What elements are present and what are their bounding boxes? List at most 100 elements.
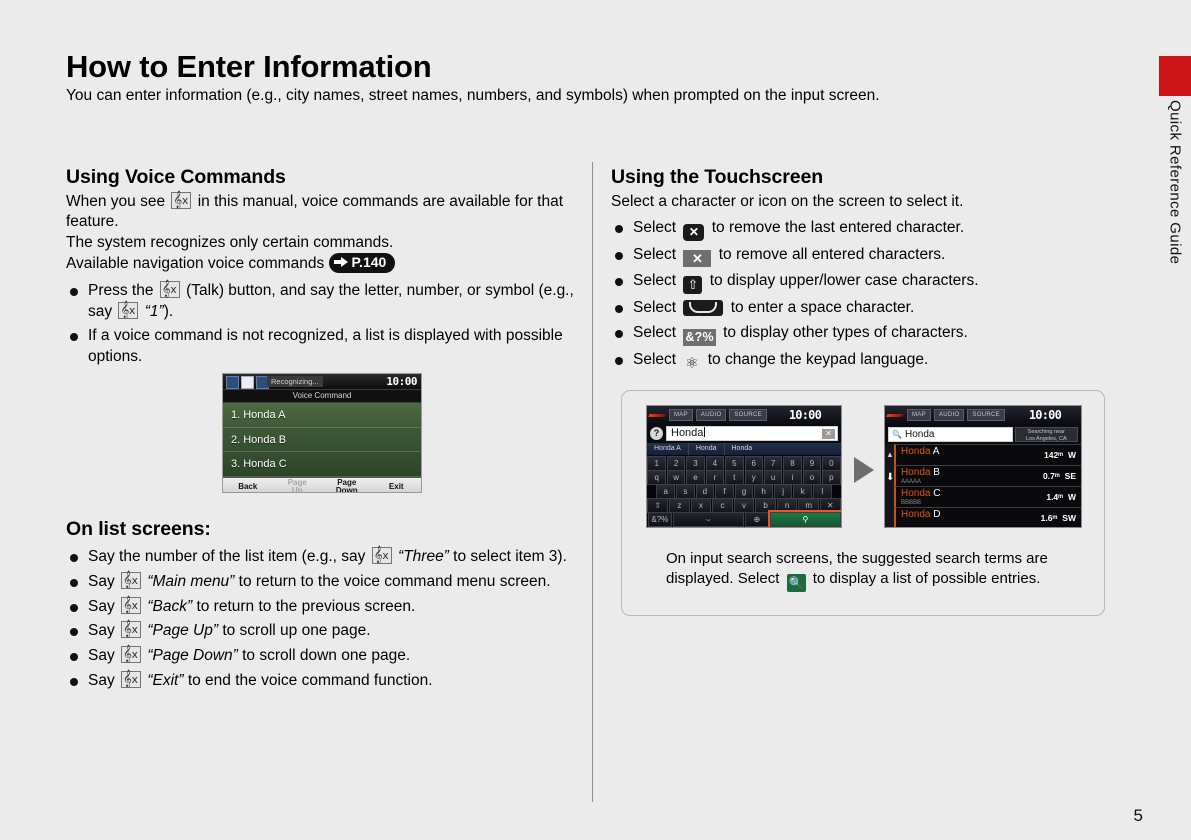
voice-talk-icon: x bbox=[121, 619, 142, 639]
key[interactable]: w bbox=[666, 469, 686, 485]
key[interactable]: r bbox=[705, 469, 725, 485]
key[interactable]: q bbox=[647, 469, 666, 485]
key[interactable]: c bbox=[712, 497, 733, 513]
key[interactable]: g bbox=[734, 483, 754, 499]
key[interactable]: 6 bbox=[744, 455, 763, 471]
rb0-post: to remove the last entered character. bbox=[711, 219, 965, 237]
list-item: Press the x (Talk) button, and say the l… bbox=[66, 279, 578, 323]
voice-talk-icon: x bbox=[121, 644, 142, 664]
voice-active-icon bbox=[241, 376, 254, 389]
list-item: Say x “Page Up” to scroll up one page. bbox=[66, 619, 578, 642]
key[interactable]: z bbox=[669, 497, 690, 513]
list-item: Say x “Main menu” to return to the voice… bbox=[66, 570, 578, 593]
rb5-post: to change the keypad language. bbox=[707, 351, 929, 369]
result-suffix: D bbox=[933, 509, 941, 520]
key[interactable]: u bbox=[763, 469, 783, 485]
key[interactable]: e bbox=[686, 469, 705, 485]
vc-exit-button[interactable]: Exit bbox=[372, 482, 422, 491]
result-brand: Honda bbox=[901, 467, 931, 478]
key[interactable]: h bbox=[754, 483, 773, 499]
key[interactable]: s bbox=[676, 483, 695, 499]
results-search-input[interactable]: 🔍 Honda bbox=[888, 426, 1013, 442]
vc-back-button[interactable]: Back bbox=[223, 482, 273, 491]
lb1-post: to return to the voice command menu scre… bbox=[238, 572, 551, 590]
left-column: Using Voice Commands When you see x in t… bbox=[66, 166, 578, 372]
key[interactable]: 3 bbox=[686, 455, 705, 471]
scroll-up-icon[interactable]: ▲ bbox=[886, 450, 894, 459]
key[interactable]: i bbox=[783, 469, 802, 485]
key[interactable]: 2 bbox=[666, 455, 686, 471]
backspace-icon: ✕ bbox=[683, 224, 705, 242]
key[interactable]: m bbox=[798, 497, 819, 513]
onscreen-keyboard: 1 2 3 4 5 6 7 8 9 0 q w e r t y u i o p … bbox=[647, 455, 841, 527]
clear-input-icon[interactable]: ✕ bbox=[822, 428, 835, 439]
list-item: Select ✕ to remove the last entered char… bbox=[611, 218, 1111, 242]
tab-map[interactable]: MAP bbox=[907, 409, 931, 421]
tab-source[interactable]: SOURCE bbox=[967, 409, 1005, 421]
key[interactable]: p bbox=[822, 469, 841, 485]
results-search-row: 🔍 Honda Searching near Los Angeles, CA bbox=[885, 424, 1081, 444]
list-item[interactable]: 3. Honda C bbox=[223, 452, 421, 477]
lb5-pre: Say bbox=[88, 671, 115, 689]
page-reference-badge[interactable]: P.140 bbox=[328, 253, 396, 274]
key[interactable]: b bbox=[755, 497, 776, 513]
list-item: Say the number of the list item (e.g., s… bbox=[66, 545, 578, 568]
key[interactable]: 5 bbox=[725, 455, 744, 471]
key[interactable]: n bbox=[776, 497, 798, 513]
key[interactable]: f bbox=[715, 483, 734, 499]
vc-page-up-button[interactable]: Page Up bbox=[273, 478, 323, 492]
key[interactable]: 0 bbox=[822, 455, 841, 471]
table-row[interactable]: Honda C BBBBB 1.4ᵐ W bbox=[894, 486, 1081, 507]
table-row[interactable]: Honda A 142ᵐ W bbox=[894, 444, 1081, 465]
search-input[interactable]: Honda ✕ bbox=[666, 426, 838, 441]
lb5-quoted: “Exit” bbox=[147, 671, 184, 689]
list-item[interactable]: 1. Honda A bbox=[223, 403, 421, 428]
symbols-key[interactable]: &?% bbox=[647, 511, 673, 527]
key[interactable]: y bbox=[744, 469, 763, 485]
help-icon[interactable]: ? bbox=[650, 427, 663, 440]
right-column: Using the Touchscreen Select a character… bbox=[611, 166, 1111, 376]
vc-page-down-button[interactable]: Page Down bbox=[322, 478, 372, 492]
key[interactable]: 8 bbox=[783, 455, 802, 471]
suggestion-item[interactable]: Honda A bbox=[647, 443, 689, 455]
key[interactable]: j bbox=[773, 483, 793, 499]
key[interactable]: d bbox=[695, 483, 715, 499]
key[interactable]: o bbox=[802, 469, 822, 485]
search-key-icon[interactable]: ⚲ bbox=[768, 509, 841, 527]
table-row[interactable]: Honda D 1.6ᵐ SW bbox=[894, 507, 1081, 527]
key[interactable]: k bbox=[793, 483, 812, 499]
section-tab-text: Quick Reference Guide bbox=[1166, 100, 1184, 265]
shift-key-icon[interactable]: ⇧ bbox=[647, 497, 669, 513]
backspace-key-icon[interactable]: ✕ bbox=[819, 497, 841, 513]
key[interactable]: 7 bbox=[763, 455, 783, 471]
keyboard-row-zxcv: ⇧ z x c v b n m ✕ bbox=[647, 497, 841, 513]
rb3-pre: Select bbox=[633, 299, 677, 317]
suggestion-item[interactable]: Honda bbox=[689, 443, 725, 455]
key[interactable]: l bbox=[812, 483, 832, 499]
key[interactable]: 1 bbox=[647, 455, 666, 471]
flow-arrow-icon bbox=[854, 457, 874, 483]
accent-stripe-left-icon bbox=[886, 413, 904, 417]
list-scrollbar[interactable]: ▲ ⬇ bbox=[885, 444, 894, 527]
globe-icon: ⚛ bbox=[685, 355, 699, 373]
suggestion-item[interactable]: Honda bbox=[725, 443, 760, 455]
table-row[interactable]: Honda B AAAAA 0.7ᵐ SE bbox=[894, 465, 1081, 486]
key[interactable]: 4 bbox=[705, 455, 725, 471]
space-key-icon[interactable]: ⌣ bbox=[673, 511, 744, 527]
key[interactable]: a bbox=[656, 483, 676, 499]
language-globe-key-icon[interactable]: ⊕ bbox=[744, 511, 770, 527]
key[interactable]: t bbox=[725, 469, 744, 485]
arrow-right-icon bbox=[333, 257, 350, 268]
voice-talk-icon: x bbox=[171, 190, 192, 209]
tab-audio[interactable]: AUDIO bbox=[933, 409, 965, 421]
lb1-pre: Say bbox=[88, 572, 115, 590]
list-item: Select to enter a space character. bbox=[611, 298, 1111, 319]
key[interactable]: 9 bbox=[802, 455, 822, 471]
page-title: How to Enter Information bbox=[66, 49, 432, 84]
list-item[interactable]: 2. Honda B bbox=[223, 428, 421, 453]
tab-map[interactable]: MAP bbox=[669, 409, 693, 421]
tab-audio[interactable]: AUDIO bbox=[695, 409, 727, 421]
key[interactable]: x bbox=[690, 497, 712, 513]
tab-source[interactable]: SOURCE bbox=[729, 409, 767, 421]
key[interactable]: v bbox=[733, 497, 755, 513]
